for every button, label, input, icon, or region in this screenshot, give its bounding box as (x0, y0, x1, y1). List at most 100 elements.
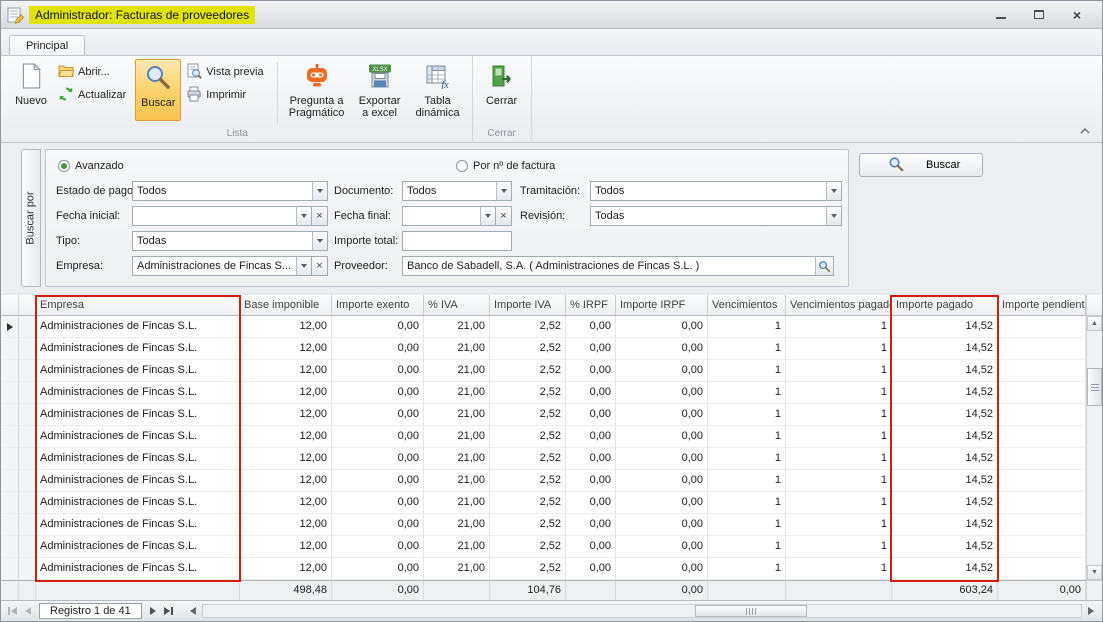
cell[interactable]: 12,00 (240, 492, 332, 514)
tabla-dinamica-button[interactable]: fx Tabla dinámica (410, 59, 466, 122)
cell[interactable]: 0,00 (566, 338, 616, 360)
revision-combo[interactable]: Todas (590, 206, 842, 226)
estado-pago-combo[interactable]: Todos (132, 181, 328, 201)
cell[interactable]: 0,00 (616, 382, 708, 404)
cell[interactable]: 1 (708, 558, 786, 580)
cell[interactable]: 0,00 (566, 558, 616, 580)
cell[interactable]: 12,00 (240, 404, 332, 426)
exportar-excel-button[interactable]: XLSX Exportar a excel (352, 59, 408, 122)
cell[interactable]: Administraciones de Fincas S.L. (36, 338, 240, 360)
cell[interactable]: 0,00 (332, 426, 424, 448)
column-header[interactable]: Empresa (36, 295, 240, 316)
cell[interactable]: 1 (786, 448, 892, 470)
cell[interactable]: 21,00 (424, 338, 490, 360)
dropdown-icon[interactable] (296, 207, 311, 225)
cell[interactable]: 0,00 (616, 316, 708, 338)
cell[interactable]: 12,00 (240, 316, 332, 338)
cell[interactable]: 21,00 (424, 470, 490, 492)
actualizar-button[interactable]: Actualizar (56, 85, 132, 105)
empresa-combo[interactable]: Administraciones de Fincas S... (132, 256, 312, 276)
radio-avanzado[interactable]: Avanzado (58, 159, 124, 173)
cell[interactable]: 14,52 (892, 492, 998, 514)
imprimir-button[interactable]: Imprimir (184, 85, 269, 105)
cell[interactable]: 21,00 (424, 514, 490, 536)
cell[interactable]: 1 (708, 338, 786, 360)
cell[interactable]: 1 (708, 360, 786, 382)
cell[interactable]: 0,00 (566, 382, 616, 404)
cell[interactable]: 21,00 (424, 558, 490, 580)
cell[interactable]: 14,52 (892, 338, 998, 360)
column-header[interactable]: Importe exento (332, 295, 424, 316)
horizontal-scrollbar[interactable] (186, 603, 1098, 619)
cell[interactable]: 1 (708, 426, 786, 448)
cell[interactable]: 12,00 (240, 514, 332, 536)
cell[interactable]: 14,52 (892, 360, 998, 382)
scroll-right-icon[interactable] (1084, 607, 1098, 615)
cell[interactable]: Administraciones de Fincas S.L. (36, 382, 240, 404)
table-row[interactable]: Administraciones de Fincas S.L.12,000,00… (1, 558, 1086, 580)
fecha-inicial-combo[interactable] (132, 206, 312, 226)
cell[interactable]: 0,00 (616, 536, 708, 558)
cell[interactable]: 1 (786, 514, 892, 536)
buscar-ribbon-button[interactable]: Buscar (135, 59, 181, 121)
cell[interactable]: 21,00 (424, 316, 490, 338)
cell[interactable] (998, 316, 1086, 338)
table-row[interactable]: Administraciones de Fincas S.L.12,000,00… (1, 404, 1086, 426)
cell[interactable] (998, 404, 1086, 426)
cell[interactable]: 0,00 (566, 316, 616, 338)
cell[interactable]: 1 (708, 492, 786, 514)
cell[interactable]: 2,52 (490, 448, 566, 470)
cell[interactable]: 12,00 (240, 382, 332, 404)
cell[interactable]: 0,00 (332, 536, 424, 558)
dropdown-icon[interactable] (826, 207, 841, 225)
cell[interactable]: 1 (708, 316, 786, 338)
documento-combo[interactable]: Todos (402, 181, 512, 201)
cell[interactable]: 1 (786, 316, 892, 338)
cell[interactable]: 21,00 (424, 492, 490, 514)
cell[interactable]: 1 (708, 404, 786, 426)
cell[interactable]: 0,00 (332, 514, 424, 536)
table-row[interactable]: Administraciones de Fincas S.L.12,000,00… (1, 316, 1086, 338)
dropdown-icon[interactable] (826, 182, 841, 200)
cell[interactable] (998, 382, 1086, 404)
cell[interactable]: 2,52 (490, 514, 566, 536)
cell[interactable]: Administraciones de Fincas S.L. (36, 426, 240, 448)
cell[interactable]: 1 (786, 426, 892, 448)
cell[interactable]: 14,52 (892, 448, 998, 470)
cell[interactable]: Administraciones de Fincas S.L. (36, 558, 240, 580)
minimize-button[interactable] (990, 7, 1012, 23)
cell[interactable]: 12,00 (240, 426, 332, 448)
cell[interactable]: 14,52 (892, 558, 998, 580)
table-row[interactable]: Administraciones de Fincas S.L.12,000,00… (1, 426, 1086, 448)
cell[interactable]: 0,00 (332, 492, 424, 514)
cerrar-button[interactable]: Cerrar (479, 59, 525, 121)
cell[interactable]: 1 (786, 404, 892, 426)
cell[interactable]: 12,00 (240, 470, 332, 492)
proveedor-field[interactable]: Banco de Sabadell, S.A. ( Administracion… (402, 256, 834, 276)
column-header[interactable]: Vencimientos pagados (786, 295, 892, 316)
abrir-button[interactable]: Abrir... (56, 62, 132, 82)
table-row[interactable]: Administraciones de Fincas S.L.12,000,00… (1, 338, 1086, 360)
cell[interactable]: 1 (708, 382, 786, 404)
cell[interactable]: 0,00 (616, 448, 708, 470)
clear-icon[interactable]: × (312, 206, 328, 226)
cell[interactable]: 14,52 (892, 470, 998, 492)
cell[interactable]: 0,00 (616, 514, 708, 536)
cell[interactable]: 2,52 (490, 558, 566, 580)
cell[interactable]: Administraciones de Fincas S.L. (36, 360, 240, 382)
cell[interactable]: 2,52 (490, 470, 566, 492)
column-header[interactable]: Base imponible (240, 295, 332, 316)
table-row[interactable]: Administraciones de Fincas S.L.12,000,00… (1, 448, 1086, 470)
cell[interactable]: 14,52 (892, 316, 998, 338)
cell[interactable]: 1 (708, 448, 786, 470)
tipo-combo[interactable]: Todas (132, 231, 328, 251)
cell[interactable]: 0,00 (332, 404, 424, 426)
dropdown-icon[interactable] (480, 207, 495, 225)
dropdown-icon[interactable] (312, 182, 327, 200)
cell[interactable]: 2,52 (490, 404, 566, 426)
vertical-scroll-thumb[interactable] (1087, 368, 1102, 406)
clear-icon[interactable]: × (312, 256, 328, 276)
cell[interactable]: 0,00 (566, 492, 616, 514)
cell[interactable] (998, 470, 1086, 492)
cell[interactable]: Administraciones de Fincas S.L. (36, 514, 240, 536)
